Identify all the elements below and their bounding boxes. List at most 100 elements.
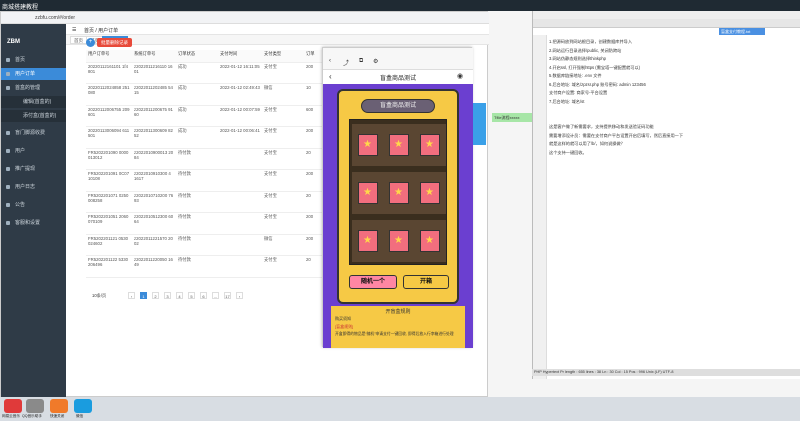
page-size-select[interactable]: 10条/页 [92, 293, 106, 299]
editor-line[interactable]: 4.开启ssl, 打开强制https (需宝塔一键配置就可以) [549, 65, 640, 71]
side-drawer-tab[interactable] [473, 103, 486, 145]
url-text[interactable]: zzbfu.com/#/order [35, 15, 75, 21]
sidebar-item-home[interactable]: 首页 [1, 54, 66, 66]
editor-line[interactable]: 这个支持一键回收。 [549, 150, 587, 156]
menu-icon[interactable]: ☰ [72, 27, 76, 33]
page-17[interactable]: 17 [224, 292, 231, 299]
table-cell: z2022011220050 1649 [132, 255, 176, 278]
page-4[interactable]: 4 [176, 292, 183, 299]
sidebar-item-add[interactable]: 添付盒(首盒的) [1, 110, 66, 122]
page-2[interactable]: 2 [152, 292, 159, 299]
settings-icon[interactable]: ⚙ [373, 58, 378, 65]
phone-menu-icon[interactable]: ◉ [457, 72, 463, 80]
table-row[interactable]: FR5202201121 0530024602 z2022011221570 20… [86, 234, 322, 256]
editor-line[interactable]: 7.后台地址: 域名/st [549, 99, 584, 105]
table-cell [218, 169, 262, 192]
blindbox[interactable] [389, 230, 409, 252]
editor-line[interactable]: 2.网站运行目录选择/public, 关闭防跨站 [549, 48, 621, 54]
table-cell: z2022011202485 5415 [132, 83, 176, 106]
blindbox[interactable] [358, 134, 378, 156]
window-title: 商城搭建教程 [2, 5, 39, 11]
address-bar[interactable]: zzbfu.com/#/order [1, 12, 489, 24]
qq-music-icon[interactable] [26, 399, 44, 413]
table-cell: 20 [304, 255, 322, 278]
sidebar-item-settings[interactable]: 客服和设置 [1, 217, 66, 229]
tab-home-1[interactable]: 首页 [70, 36, 87, 44]
editor-line[interactable]: 3.网站伪静态规则选择thinkphp [549, 56, 606, 62]
sidebar-item-edit[interactable]: 编辑(首盒的) [1, 96, 66, 108]
editor-line[interactable]: 就是这样的就可以用了/b/，如何说操做？ [549, 141, 625, 147]
table-row[interactable]: FR5202201091 0C0710108 z2022010910300 4 1… [86, 169, 322, 192]
table-cell: 支付宝 [262, 126, 304, 149]
table-row[interactable]: FR5202201071 0250008258 z2022010710200 76… [86, 191, 322, 213]
table-header-row: 用户订单号 系统订单号 订单状态 支付时间 支付类型 订单 [86, 50, 322, 63]
editor-file-tab[interactable]: 盲盒支付教程.txt [719, 28, 765, 35]
batch-delete-button[interactable]: 批量删除记录 [97, 38, 132, 47]
table-cell: 20 [304, 191, 322, 213]
table-cell: 成功 [176, 83, 218, 106]
wechat-icon[interactable] [74, 399, 92, 413]
table-row[interactable]: FR5202201122 5330206496 z2022011220050 16… [86, 255, 322, 278]
sidebar-item-notice[interactable]: 公告 [1, 199, 66, 211]
sidebar-item-blindbox[interactable]: 首盒的管理 [1, 82, 66, 94]
withdraw-icon [6, 167, 10, 171]
table-cell: z2022010910300 4 1617 [132, 169, 176, 192]
page-3[interactable]: 3 [164, 292, 171, 299]
prev-page-button[interactable]: ‹ [128, 292, 135, 299]
blindbox[interactable] [358, 182, 378, 204]
sidebar-item-orders[interactable]: 用户订单 [1, 68, 66, 80]
share-icon[interactable]: ⤴ [343, 58, 349, 67]
page-1[interactable]: 1 [140, 292, 147, 299]
window-titlebar: 商城搭建教程 [0, 0, 800, 11]
blindbox[interactable] [358, 230, 378, 252]
table-row[interactable]: 20220112024858 251080 z2022011202485 5415… [86, 83, 322, 106]
add-button[interactable]: + [86, 38, 95, 47]
table-row[interactable]: FR5202201090 0000013012 z2022010900013 20… [86, 148, 322, 170]
editor-line[interactable]: 5.数据库链接地址: .env 文件 [549, 73, 602, 79]
rules-tag: [盲盒规则] [335, 324, 354, 329]
netease-music-icon[interactable] [4, 399, 22, 413]
page-ellipsis[interactable]: ... [212, 292, 219, 299]
editor-line[interactable]: 6.后台地址: 域名/zpzsr.php 账号密码: admin 123456 [549, 82, 646, 88]
back-icon[interactable]: ‹ [329, 58, 331, 64]
blindbox[interactable] [389, 182, 409, 204]
floating-tag[interactable]: Tfile流程xxxxx [492, 113, 532, 122]
table-cell: FR5202201051 2060070109 [86, 212, 132, 235]
quick-close-icon[interactable] [50, 399, 68, 413]
table-cell: 支付宝 [262, 191, 304, 213]
table-row[interactable]: FR5202201051 2060070109 z2022010512300 60… [86, 212, 322, 235]
table-row[interactable]: 20220112161101 1f4801 z2022011216110 1601… [86, 62, 322, 84]
table-cell: 200 [304, 234, 322, 256]
copy-icon[interactable]: ⧉ [359, 58, 363, 65]
blindbox[interactable] [420, 134, 440, 156]
table-cell: 支付宝 [262, 148, 304, 170]
editor-line[interactable]: 支付商户设置: 商家号-平台设置 [549, 90, 607, 96]
table-cell: 成功 [176, 126, 218, 149]
editor-menubar[interactable] [533, 11, 800, 19]
blindbox[interactable] [420, 230, 440, 252]
table-cell [218, 255, 262, 278]
sidebar-item-users[interactable]: 用户 [1, 145, 66, 157]
blindbox[interactable] [420, 182, 440, 204]
sidebar-item-withdraw[interactable]: 推广提现 [1, 163, 66, 175]
editor-line[interactable]: 1.把源码放到网站根目录，创建数据库并导入 [549, 39, 632, 45]
home-icon [6, 58, 10, 62]
blindbox[interactable] [389, 134, 409, 156]
random-button[interactable]: 随机一个 [349, 275, 397, 289]
col-pay-time: 支付时间 [218, 50, 262, 63]
open-box-button[interactable]: 开箱 [403, 275, 449, 289]
table-cell [218, 234, 262, 256]
next-page-button[interactable]: › [236, 292, 243, 299]
editor-line[interactable]: 这是客户做了新需要求，支持提供移动和发送验证码功能 [549, 124, 654, 130]
sidebar-item-fees[interactable]: 盲门脚源收费 [1, 127, 66, 139]
sidebar-item-logs[interactable]: 用户日志 [1, 181, 66, 193]
rules-title: 开盲盒规则 [385, 309, 411, 315]
table-cell: 20 [304, 148, 322, 170]
page-6[interactable]: 6 [200, 292, 207, 299]
table-row[interactable]: 20220112006755 209601 z2022011200675 9160… [86, 105, 322, 127]
table-row[interactable]: 20220113006094 611501 z2022011300609 8252… [86, 126, 322, 149]
editor-toolbar[interactable] [533, 19, 800, 28]
page-5[interactable]: 5 [188, 292, 195, 299]
table-cell: 2022-01-12 16:11:05 [218, 62, 262, 84]
editor-line[interactable]: 需要增添设计员：需要在支付商户平台设置开启后填写，然后直接用一下 [549, 133, 683, 139]
